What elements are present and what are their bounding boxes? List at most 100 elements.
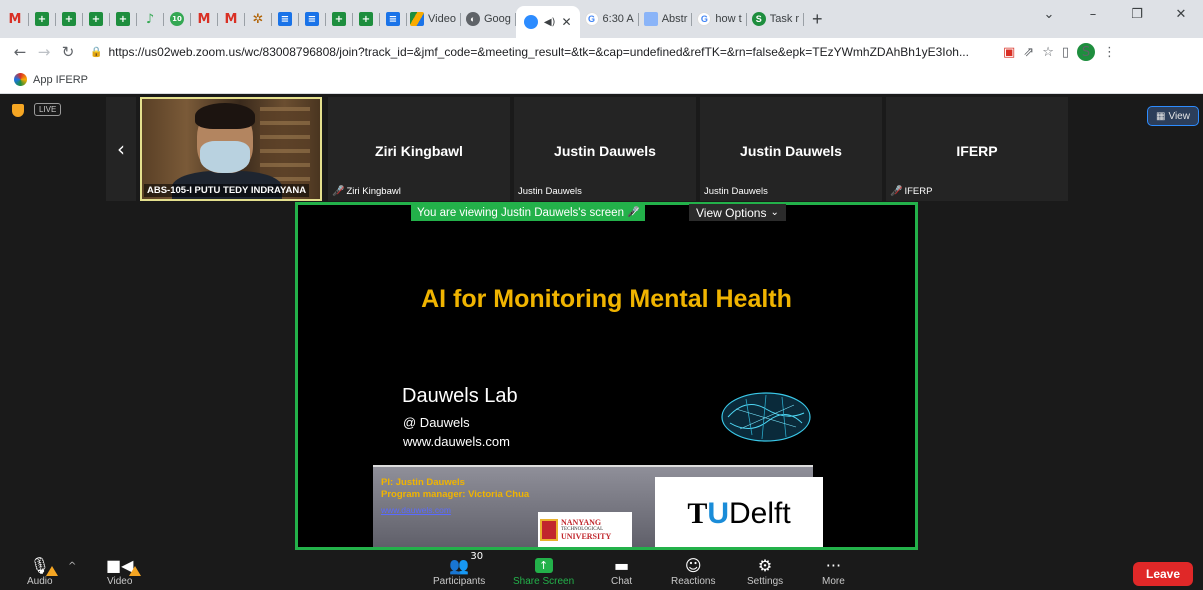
tab-gmail[interactable]: M: [219, 6, 245, 32]
tab-app[interactable]: 10: [165, 6, 191, 32]
forward-icon[interactable]: →: [32, 43, 56, 61]
reactions-icon: ☺: [684, 555, 702, 575]
tab-sheets[interactable]: +: [57, 6, 83, 32]
blocked-popup-icon[interactable]: ▣: [1003, 45, 1015, 60]
browser-tab-strip: M + + + + ♪ 10 M M ✲ ≡ ≡ + + ≡ Video ◐ G…: [0, 0, 1203, 38]
address-bar[interactable]: 🔒 https://us02web.zoom.us/wc/83008796808…: [90, 45, 995, 59]
restore-icon[interactable]: ❐: [1115, 7, 1159, 22]
tab-sheets[interactable]: +: [327, 6, 353, 32]
bookmark-star-icon[interactable]: ☆: [1042, 45, 1054, 60]
chat-icon: ▬: [614, 555, 630, 575]
tab-docs[interactable]: ≡: [300, 6, 326, 32]
audio-label: Audio: [27, 576, 53, 587]
tab-sheets[interactable]: +: [111, 6, 137, 32]
participant-name-label: 🎤̸ Ziri Kingbawl: [332, 186, 401, 197]
reactions-button[interactable]: ☺ Reactions: [671, 555, 715, 588]
tab-abstract[interactable]: Abstr: [639, 6, 693, 32]
shared-screen[interactable]: AI for Monitoring Mental Health Dauwels …: [295, 202, 918, 550]
tab-app[interactable]: ♪: [138, 6, 164, 32]
globe-icon: ◐: [465, 12, 480, 26]
muted-mic-icon: 🎤̸: [332, 186, 345, 197]
tab-label: Video: [428, 13, 456, 25]
tab-docs[interactable]: ≡: [381, 6, 407, 32]
tab-label: Abstr: [661, 13, 688, 25]
google-drive-icon: [410, 12, 424, 26]
tab-zoom-active[interactable]: ◀) ✕: [515, 6, 580, 38]
tab-sheets[interactable]: +: [30, 6, 56, 32]
google-docs-icon: ≡: [278, 12, 292, 26]
previous-participants-button[interactable]: ‹: [106, 97, 136, 201]
minimize-icon[interactable]: –: [1071, 7, 1115, 22]
google-sheets-icon: +: [35, 12, 49, 26]
app-icon: ✲: [252, 11, 264, 27]
participants-button[interactable]: 👥 30 Participants: [433, 551, 485, 587]
profile-avatar[interactable]: S: [1077, 43, 1096, 61]
warning-icon: [129, 566, 142, 576]
slide-program-manager: Program manager: Victoria Chua: [381, 489, 530, 500]
tab-google-search[interactable]: G 6:30 A: [580, 6, 639, 32]
settings-label: Settings: [747, 576, 784, 587]
participant-count: 30: [470, 551, 484, 562]
participant-display-name: Justin Dauwels: [554, 143, 656, 159]
tab-sheets[interactable]: +: [84, 6, 110, 32]
live-badge[interactable]: LIVE: [34, 103, 62, 116]
app-icon: ♪: [145, 11, 155, 27]
tab-label: Goog: [483, 13, 511, 25]
tab-gmail[interactable]: M: [3, 6, 29, 32]
leave-button[interactable]: Leave: [1133, 562, 1193, 586]
participant-display-name: Justin Dauwels: [740, 143, 842, 159]
bookmark-app-icon: [14, 73, 27, 86]
participant-tile[interactable]: Ziri Kingbawl 🎤̸ Ziri Kingbawl: [328, 97, 510, 201]
tab-task[interactable]: S Task r: [747, 6, 805, 32]
tu-delft-text: Delft: [729, 497, 791, 530]
participant-tile[interactable]: ABS-105-I PUTU TEDY INDRAYANA: [140, 97, 322, 201]
security-shield-icon[interactable]: [12, 104, 24, 117]
tab-google[interactable]: ◐ Goog: [461, 6, 516, 32]
audio-button[interactable]: 🎙 Audio: [27, 555, 58, 587]
close-window-icon[interactable]: ✕: [1159, 7, 1203, 22]
tab-sheets[interactable]: +: [354, 6, 380, 32]
video-button[interactable]: ■◀ Video: [106, 555, 142, 587]
tab-search-icon[interactable]: ⌄: [1027, 7, 1071, 22]
zoom-icon: [523, 15, 538, 29]
ntu-line: NANYANG: [561, 517, 602, 527]
participant-tile[interactable]: IFERP 🎤̸ IFERP: [886, 97, 1068, 201]
settings-button[interactable]: ⚙ Settings: [747, 555, 784, 588]
tab-label: Task r: [769, 13, 800, 25]
lock-icon[interactable]: 🔒: [90, 47, 102, 58]
new-tab-button[interactable]: +: [812, 9, 823, 30]
tab-docs[interactable]: ≡: [273, 6, 299, 32]
participant-label-text: IFERP: [904, 186, 933, 197]
share-icon[interactable]: ⇗: [1023, 45, 1034, 60]
more-button[interactable]: ··· More: [822, 555, 845, 588]
participant-tile[interactable]: Justin Dauwels Justin Dauwels: [700, 97, 882, 201]
slide-title: AI for Monitoring Mental Health: [421, 285, 792, 313]
tab-app[interactable]: ✲: [246, 6, 272, 32]
camera-icon: ■◀: [106, 555, 142, 576]
reload-icon[interactable]: ↻: [56, 43, 80, 61]
menu-kebab-icon[interactable]: ⋮: [1103, 45, 1116, 60]
slide-website: www.dauwels.com: [403, 434, 510, 449]
tu-delft-logo: T U Delft: [655, 477, 823, 547]
tab-video[interactable]: Video: [405, 6, 461, 32]
bookmark-app-iferp[interactable]: App IFERP: [33, 74, 88, 86]
meeting-toolbar: 🎙 Audio ^ ■◀ Video 👥 30 Participants ↑ Sh…: [0, 551, 1203, 590]
gear-icon: ⚙: [757, 555, 773, 575]
view-options-button[interactable]: View Options ⌄: [689, 204, 786, 221]
close-tab-icon[interactable]: ✕: [561, 15, 571, 29]
view-button[interactable]: ▦ View: [1147, 106, 1199, 126]
chat-button[interactable]: ▬ Chat: [611, 555, 633, 588]
participant-tile[interactable]: Justin Dauwels Justin Dauwels: [514, 97, 696, 201]
gmail-icon: M: [8, 11, 22, 27]
sharing-banner-text: You are viewing Justin Dauwels's screen: [417, 206, 624, 219]
share-screen-button[interactable]: ↑ Share Screen: [513, 555, 574, 587]
tab-google-search[interactable]: G how t: [692, 6, 748, 32]
back-icon[interactable]: ←: [8, 43, 32, 61]
participant-name-label: ABS-105-I PUTU TEDY INDRAYANA: [144, 184, 310, 197]
chat-label: Chat: [611, 576, 633, 587]
bookmarks-bar: App IFERP: [0, 66, 1203, 94]
warning-icon: [45, 566, 58, 576]
tab-gmail[interactable]: M: [192, 6, 218, 32]
audio-options-caret-icon[interactable]: ^: [68, 561, 76, 572]
side-panel-icon[interactable]: ▯: [1062, 45, 1069, 60]
